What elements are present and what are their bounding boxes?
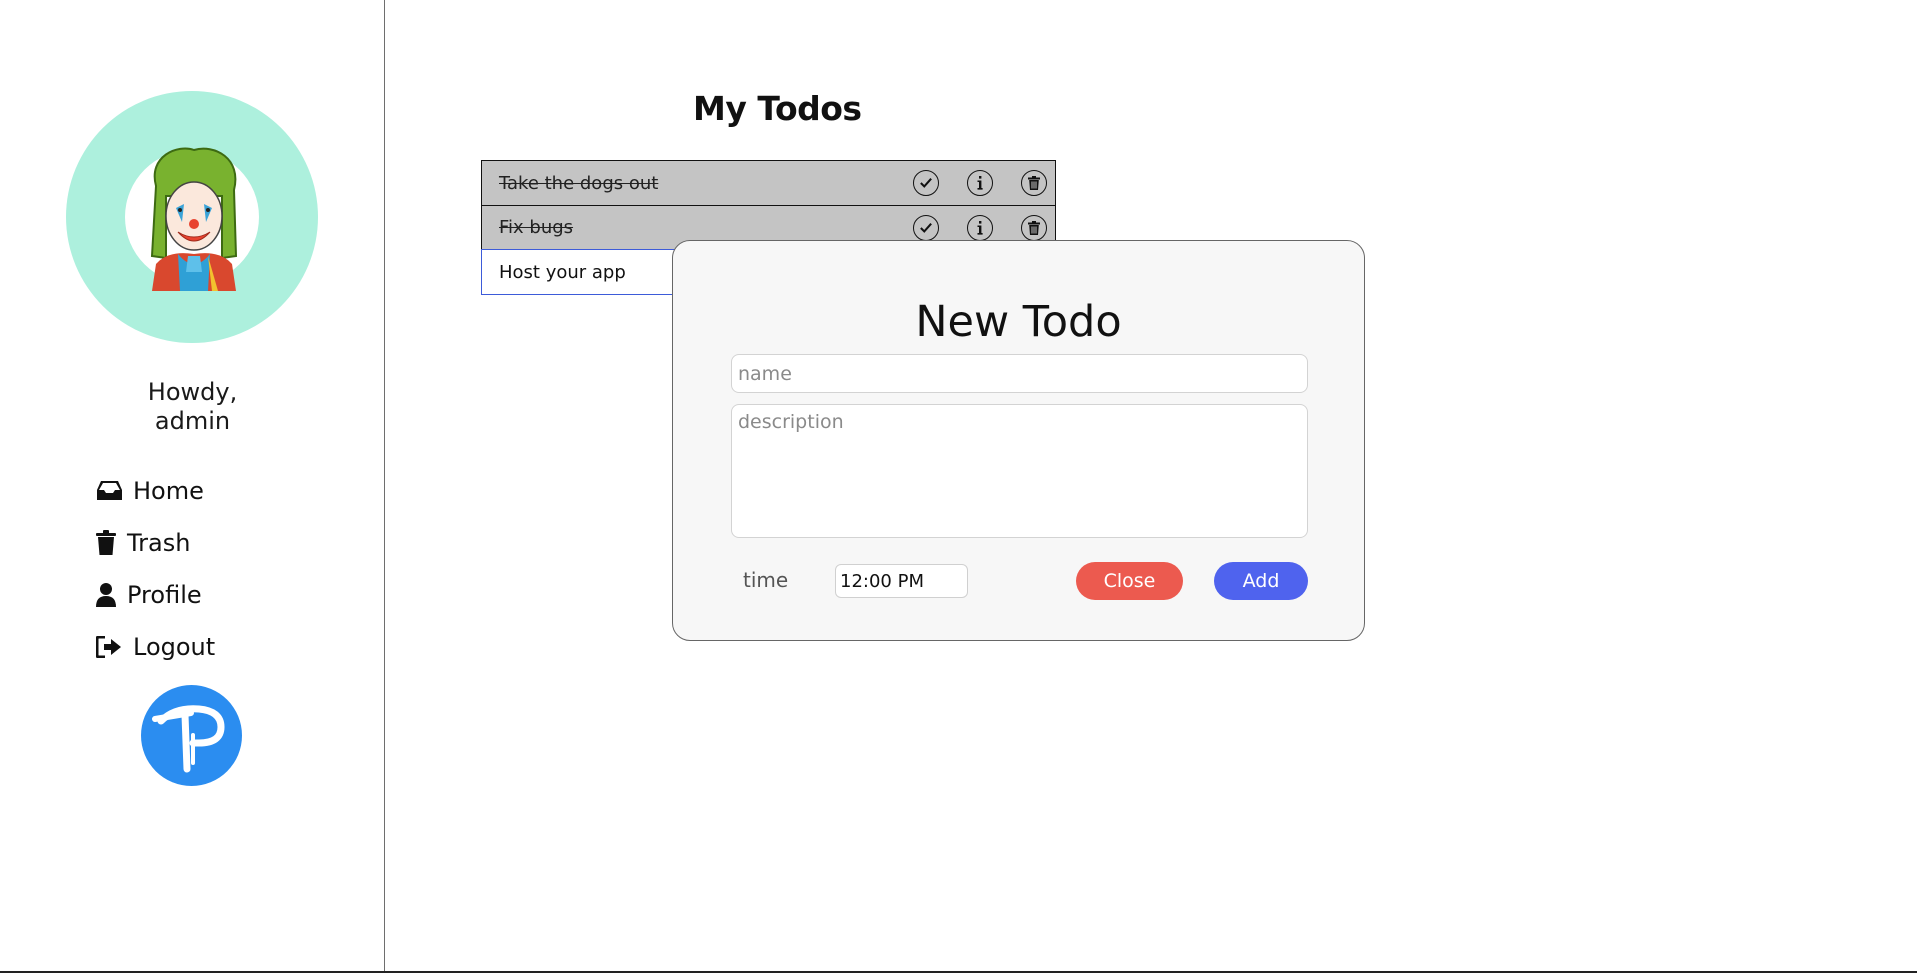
todo-name: Take the dogs out	[499, 172, 659, 194]
sidebar-item-home[interactable]: Home	[95, 465, 215, 517]
check-icon[interactable]	[913, 170, 939, 196]
info-icon[interactable]	[967, 214, 993, 241]
user-icon	[95, 581, 117, 609]
delete-icon[interactable]	[1021, 214, 1047, 241]
close-button[interactable]: Close	[1076, 562, 1183, 600]
sidebar-item-profile[interactable]: Profile	[95, 569, 215, 621]
todo-name: Fix bugs	[499, 217, 574, 238]
sidebar-item-label: Logout	[133, 633, 216, 661]
sidebar-item-label: Trash	[127, 529, 191, 557]
sidebar: Howdy, admin Home Trash Profile Logout	[0, 0, 385, 971]
username: admin	[154, 407, 231, 435]
joker-avatar-icon	[150, 147, 238, 291]
sidebar-nav: Home Trash Profile Logout	[95, 465, 215, 673]
info-icon[interactable]	[967, 170, 993, 196]
sidebar-item-label: Home	[133, 477, 204, 505]
avatar	[66, 91, 318, 343]
description-input[interactable]	[731, 404, 1308, 538]
time-input[interactable]	[835, 564, 968, 598]
delete-icon[interactable]	[1021, 170, 1047, 196]
sign-out-icon	[95, 633, 123, 661]
new-todo-modal: New Todo time Close Add	[672, 240, 1365, 641]
name-input[interactable]	[731, 354, 1308, 393]
todo-actions	[913, 170, 1047, 196]
page-title: My Todos	[693, 89, 862, 128]
greeting: Howdy, admin	[0, 378, 385, 436]
sidebar-item-trash[interactable]: Trash	[95, 517, 215, 569]
list-item[interactable]: Take the dogs out	[481, 160, 1056, 206]
todo-name: Host your app	[499, 261, 626, 283]
tp-logo-icon	[141, 685, 242, 786]
modal-title: New Todo	[915, 297, 1122, 347]
greeting-text: Howdy,	[147, 378, 238, 406]
inbox-icon	[95, 477, 123, 505]
time-label: time	[743, 568, 789, 592]
add-button[interactable]: Add	[1214, 562, 1308, 600]
sidebar-item-label: Profile	[127, 581, 202, 609]
trash-icon	[95, 529, 117, 557]
sidebar-item-logout[interactable]: Logout	[95, 621, 215, 673]
check-icon[interactable]	[913, 214, 939, 241]
todo-actions	[913, 214, 1047, 241]
